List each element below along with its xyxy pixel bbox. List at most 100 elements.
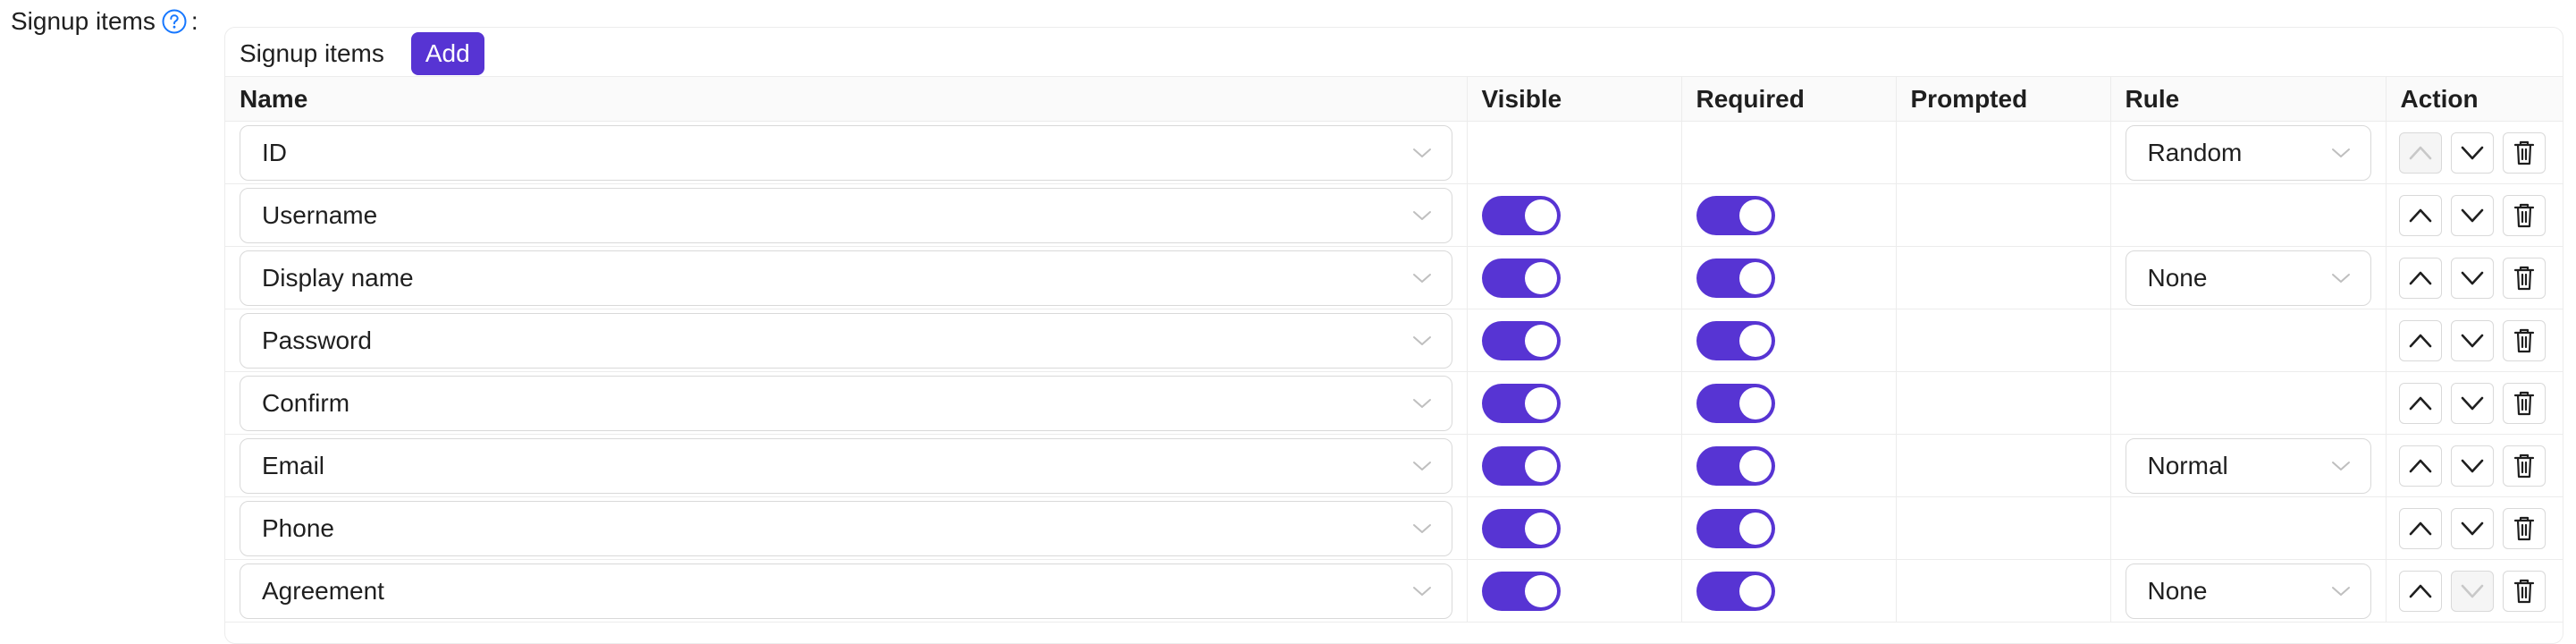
cell-prompted: [1895, 246, 2110, 309]
chevron-down-icon: [2461, 146, 2484, 160]
chevron-down-icon: [1412, 335, 1432, 347]
trash-icon: [2513, 265, 2536, 292]
question-circle-icon[interactable]: [161, 8, 188, 35]
cell-prompted: [1895, 121, 2110, 184]
cell-visible: [1466, 559, 1681, 623]
cell-required: [1680, 183, 1896, 247]
cell-name: Email: [225, 434, 1467, 497]
name-select[interactable]: Confirm: [240, 375, 1452, 431]
name-select-value: Agreement: [262, 576, 384, 605]
move-up-button[interactable]: [2398, 319, 2442, 361]
table-row: Email Normal: [225, 434, 2563, 497]
trash-icon: [2513, 140, 2536, 166]
move-down-button[interactable]: [2450, 507, 2494, 549]
move-up-button[interactable]: [2398, 445, 2442, 487]
cell-action: [2385, 246, 2563, 309]
move-up-button[interactable]: [2398, 570, 2442, 612]
required-switch[interactable]: [1696, 508, 1775, 548]
visible-switch[interactable]: [1481, 571, 1561, 611]
add-button[interactable]: Add: [410, 32, 484, 75]
cell-name: Phone: [225, 496, 1467, 560]
switch-knob: [1738, 449, 1772, 482]
delete-button[interactable]: [2502, 131, 2546, 174]
name-select[interactable]: Email: [240, 437, 1452, 494]
required-switch[interactable]: [1696, 571, 1775, 611]
rule-select-value: None: [2147, 576, 2208, 605]
visible-switch[interactable]: [1481, 195, 1561, 235]
required-switch[interactable]: [1696, 320, 1775, 360]
switch-knob: [1524, 261, 1557, 294]
switch-knob: [1524, 324, 1557, 357]
table-row: Phone: [225, 496, 2563, 560]
cell-required: [1680, 496, 1896, 560]
cell-visible: [1466, 121, 1681, 184]
cell-prompted: [1895, 183, 2110, 247]
move-down-button[interactable]: [2450, 445, 2494, 487]
rule-select[interactable]: Normal: [2125, 437, 2371, 494]
switch-knob: [1524, 449, 1557, 482]
trash-icon: [2513, 453, 2536, 479]
move-up-button[interactable]: [2398, 257, 2442, 299]
rule-select-value: Random: [2147, 138, 2243, 166]
card-title: Signup items: [240, 39, 384, 67]
switch-knob: [1738, 199, 1772, 232]
chevron-up-icon: [2409, 146, 2432, 160]
delete-button[interactable]: [2502, 507, 2546, 549]
cell-name: Confirm: [225, 371, 1467, 435]
name-select[interactable]: ID: [240, 124, 1452, 181]
chevron-up-icon: [2409, 584, 2432, 598]
move-up-button[interactable]: [2398, 507, 2442, 549]
row-actions: [2398, 507, 2551, 549]
delete-button[interactable]: [2502, 257, 2546, 299]
delete-button[interactable]: [2502, 319, 2546, 361]
switch-knob: [1738, 574, 1772, 607]
required-switch[interactable]: [1696, 195, 1775, 235]
delete-button[interactable]: [2502, 570, 2546, 612]
chevron-down-icon: [1412, 585, 1432, 597]
cell-visible: [1466, 183, 1681, 247]
move-down-button[interactable]: [2450, 319, 2494, 361]
visible-switch[interactable]: [1481, 320, 1561, 360]
visible-switch[interactable]: [1481, 508, 1561, 548]
move-up-button[interactable]: [2398, 194, 2442, 236]
cell-rule: Normal: [2109, 434, 2386, 497]
row-actions: [2398, 194, 2551, 236]
move-up-button[interactable]: [2398, 382, 2442, 424]
visible-switch[interactable]: [1481, 445, 1561, 486]
move-down-button[interactable]: [2450, 257, 2494, 299]
cell-name: ID: [225, 121, 1467, 184]
cell-rule: None: [2109, 559, 2386, 623]
table-row: Confirm: [225, 371, 2563, 435]
move-down-button[interactable]: [2450, 194, 2494, 236]
name-select[interactable]: Phone: [240, 500, 1452, 556]
visible-switch[interactable]: [1481, 383, 1561, 423]
name-select[interactable]: Agreement: [240, 563, 1452, 619]
required-switch[interactable]: [1696, 258, 1775, 298]
cell-visible: [1466, 434, 1681, 497]
required-switch[interactable]: [1696, 383, 1775, 423]
name-select[interactable]: Password: [240, 312, 1452, 369]
chevron-up-icon: [2409, 521, 2432, 536]
delete-button[interactable]: [2502, 445, 2546, 487]
move-down-button[interactable]: [2450, 382, 2494, 424]
move-down-button[interactable]: [2450, 131, 2494, 174]
chevron-down-icon: [2331, 585, 2351, 597]
move-up-button: [2398, 131, 2442, 174]
rule-select[interactable]: None: [2125, 250, 2371, 306]
cell-rule: [2109, 309, 2386, 372]
delete-button[interactable]: [2502, 194, 2546, 236]
visible-switch[interactable]: [1481, 258, 1561, 298]
cell-name: Agreement: [225, 559, 1467, 623]
rule-select[interactable]: None: [2125, 563, 2371, 619]
required-switch[interactable]: [1696, 445, 1775, 486]
cell-required: [1680, 559, 1896, 623]
chevron-up-icon: [2409, 459, 2432, 473]
cell-action: [2385, 371, 2563, 435]
cell-visible: [1466, 246, 1681, 309]
name-select[interactable]: Username: [240, 187, 1452, 243]
cell-visible: [1466, 496, 1681, 560]
cell-prompted: [1895, 559, 2110, 623]
rule-select[interactable]: Random: [2125, 124, 2371, 181]
delete-button[interactable]: [2502, 382, 2546, 424]
name-select[interactable]: Display name: [240, 250, 1452, 306]
